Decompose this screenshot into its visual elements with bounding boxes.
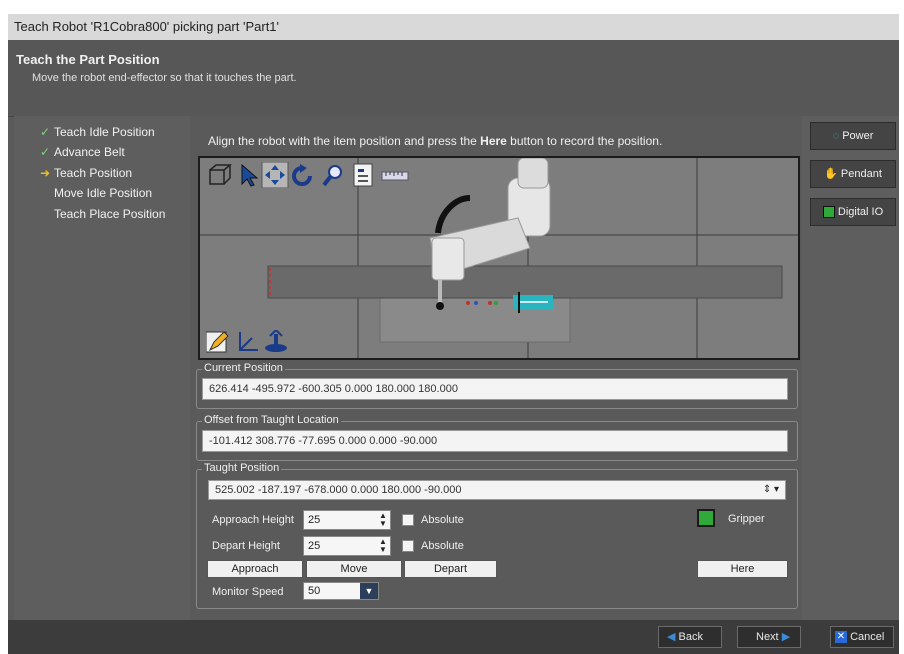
step-item-advance-belt[interactable]: ✓ Advance Belt xyxy=(38,143,125,161)
header-subtitle: Move the robot end-effector so that it t… xyxy=(32,72,297,84)
viewport-bottom-tools xyxy=(205,328,296,354)
pendant-button[interactable]: ✋ Pendant xyxy=(810,160,896,188)
step-label: Teach Position xyxy=(54,166,133,180)
edit-icon[interactable] xyxy=(205,331,229,353)
offset-label: Offset from Taught Location xyxy=(202,414,341,426)
window-title: Teach Robot 'R1Cobra800' picking part 'P… xyxy=(14,19,280,34)
footer: ◀ Back Next ▶ ✕ Cancel xyxy=(8,620,899,654)
pendant-icon: ✋ xyxy=(824,168,838,180)
depart-height-stepper[interactable]: 25 ▲ ▼ xyxy=(303,536,391,556)
view-cube-icon[interactable] xyxy=(209,164,233,185)
current-position-field[interactable]: 626.414 -495.972 -600.305 0.000 180.000 … xyxy=(202,378,788,400)
taught-position-select[interactable]: 525.002 -187.197 -678.000 0.000 180.000 … xyxy=(208,480,786,500)
step-item-teach-place[interactable]: Teach Place Position xyxy=(38,205,165,223)
step-label: Advance Belt xyxy=(54,145,125,159)
gripper-toggle[interactable] xyxy=(697,509,715,527)
instruction-text: Align the robot with the item position a… xyxy=(208,134,663,148)
main-panel: Align the robot with the item position a… xyxy=(190,116,802,620)
digital-io-button[interactable]: Digital IO xyxy=(810,198,896,226)
zoom-icon[interactable] xyxy=(322,165,342,187)
approach-absolute-checkbox[interactable] xyxy=(402,514,414,526)
back-button[interactable]: ◀ Back xyxy=(658,626,722,648)
check-icon: ✓ xyxy=(39,145,51,159)
here-button[interactable]: Here xyxy=(697,560,788,578)
step-item-move-idle[interactable]: Move Idle Position xyxy=(38,184,152,202)
pan-icon[interactable] xyxy=(261,161,289,189)
dropdown-arrow-icon[interactable]: ⇕ ▾ xyxy=(763,481,779,499)
offset-field[interactable]: -101.412 308.776 -77.695 0.000 0.000 -90… xyxy=(202,430,788,452)
step-label: Teach Idle Position xyxy=(54,125,155,139)
taught-position-label: Taught Position xyxy=(202,462,282,474)
step-item-teach-position[interactable]: ➜ Teach Position xyxy=(38,164,132,182)
header: Teach the Part Position Move the robot e… xyxy=(8,40,899,117)
title-bar: Teach Robot 'R1Cobra800' picking part 'P… xyxy=(8,14,899,40)
monitor-speed-label: Monitor Speed xyxy=(212,586,284,598)
approach-height-stepper[interactable]: 25 ▲ ▼ xyxy=(303,510,391,530)
current-arrow-icon: ➜ xyxy=(39,166,51,180)
header-title: Teach the Part Position xyxy=(16,52,160,67)
select-arrow-icon[interactable] xyxy=(241,163,259,187)
approach-button[interactable]: Approach xyxy=(207,560,303,578)
next-button[interactable]: Next ▶ xyxy=(737,626,801,648)
check-icon: ✓ xyxy=(39,125,51,139)
depart-absolute-checkbox[interactable] xyxy=(402,540,414,552)
chevron-down-icon[interactable]: ▼ xyxy=(360,583,378,599)
stepper-down-icon[interactable]: ▼ xyxy=(378,546,388,554)
depart-button[interactable]: Depart xyxy=(404,560,497,578)
ruler-icon[interactable] xyxy=(381,171,409,181)
monitor-speed-select[interactable]: 50 ▼ xyxy=(303,582,379,600)
rotate-icon[interactable] xyxy=(292,164,312,186)
gripper-label: Gripper xyxy=(728,513,765,525)
step-label: Teach Place Position xyxy=(54,207,166,221)
power-icon: ◌ xyxy=(832,130,840,142)
approach-absolute-label: Absolute xyxy=(421,514,464,526)
step-item-teach-idle[interactable]: ✓ Teach Idle Position xyxy=(38,123,155,141)
move-button[interactable]: Move xyxy=(306,560,402,578)
stepper-down-icon[interactable]: ▼ xyxy=(378,520,388,528)
power-button[interactable]: ◌ Power xyxy=(810,122,896,150)
approach-height-label: Approach Height xyxy=(212,514,294,526)
step-label: Move Idle Position xyxy=(54,186,153,200)
close-icon: ✕ xyxy=(835,631,847,644)
back-arrow-icon: ◀ xyxy=(667,631,676,643)
3d-viewport[interactable] xyxy=(198,156,800,360)
depart-height-label: Depart Height xyxy=(212,540,280,552)
depart-absolute-label: Absolute xyxy=(421,540,464,552)
axes-icon[interactable] xyxy=(239,332,258,351)
viewport-toolbar xyxy=(206,161,426,189)
right-toolbar: ◌ Power ✋ Pendant Digital IO xyxy=(802,116,899,620)
current-position-label: Current Position xyxy=(202,362,285,374)
next-arrow-icon: ▶ xyxy=(781,631,791,643)
cancel-button[interactable]: ✕ Cancel xyxy=(830,626,894,648)
step-list: ✓ Teach Idle Position ✓ Advance Belt ➜ Teac… xyxy=(14,116,191,620)
properties-icon[interactable] xyxy=(353,163,373,187)
joint-icon[interactable] xyxy=(265,328,287,352)
digital-io-icon xyxy=(822,206,835,219)
